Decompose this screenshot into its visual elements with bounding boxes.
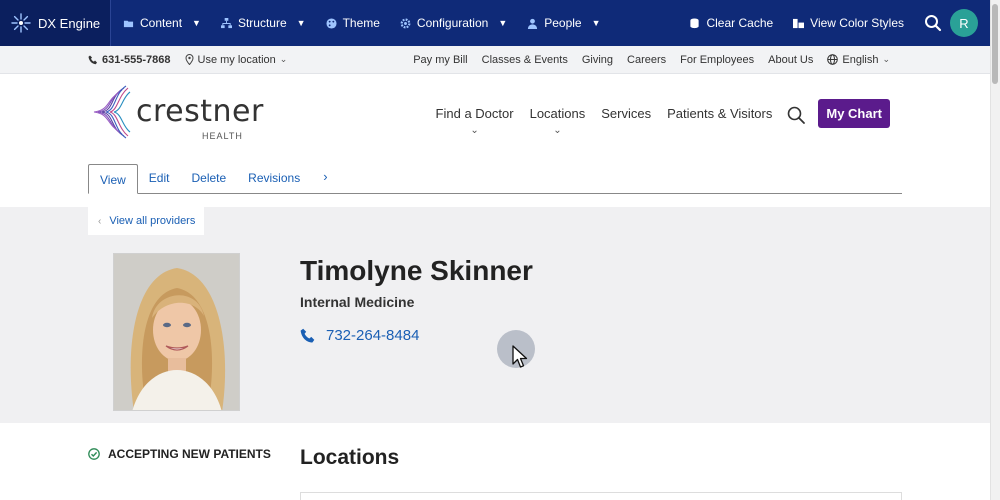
use-location-label: Use my location [197,53,276,66]
utility-right: Pay my Bill Classes & Events Giving Care… [413,54,990,66]
tab-view[interactable]: View [88,164,138,194]
gear-icon [400,18,411,28]
chevron-down-icon[interactable]: ⌄ [530,125,586,136]
clear-cache-label: Clear Cache [706,16,774,30]
tab-delete[interactable]: Delete [180,163,237,193]
accepting-new-patients-status: ACCEPTING NEW PATIENTS [88,447,271,461]
admin-toolbar: DX Engine Content ▼ Structure ▼ Theme Co… [0,0,990,46]
utility-link-giving[interactable]: Giving [582,54,613,66]
admin-brand[interactable]: DX Engine [0,0,111,46]
mouse-cursor-icon [512,345,528,368]
search-icon[interactable] [786,105,806,125]
crestner-mark-icon [93,85,131,139]
tab-edit[interactable]: Edit [138,163,181,193]
nav-patients-visitors[interactable]: Patients & Visitors [659,98,780,121]
admin-menu-label: People [544,16,582,30]
tab-revisions[interactable]: Revisions [237,163,311,193]
chevron-right-icon[interactable]: › [311,163,339,193]
language-selector[interactable]: English ⌄ [827,54,890,66]
database-icon [690,17,700,28]
structure-icon [220,17,232,28]
nav-label: Services [601,106,652,121]
admin-menu-configuration[interactable]: Configuration ▼ [390,0,517,46]
chevron-down-icon: ⌄ [279,54,288,64]
utility-left: 631-555-7868 Use my location ⌄ [0,54,287,66]
utility-link-for-employees[interactable]: For Employees [680,54,754,66]
admin-menu-label: Structure [237,16,287,30]
scrollbar-thumb[interactable] [992,4,998,84]
use-location-dropdown[interactable]: Use my location ⌄ [185,53,288,66]
person-icon [528,18,538,29]
chevron-down-icon: ▼ [192,18,201,28]
nav-label: Locations [529,106,586,121]
utility-link-pay-bill[interactable]: Pay my Bill [413,54,467,66]
admin-menu-label: Content [140,16,183,30]
search-icon[interactable] [924,14,942,32]
utility-phone-text: 631-555-7868 [102,53,171,66]
chevron-down-icon[interactable]: ⌄ [436,125,514,136]
page-scrollbar[interactable] [990,0,1000,500]
view-all-providers-link[interactable]: ‹ View all providers [88,207,204,235]
palette-icon [326,17,337,29]
admin-menu-theme[interactable]: Theme [316,0,390,46]
utility-bar: 631-555-7868 Use my location ⌄ Pay my Bi… [0,46,990,74]
main-navigation: Find a Doctor ⌄ Locations ⌄ Services Pat… [428,98,890,136]
chevron-left-icon: ‹ [98,215,102,227]
provider-phone-link[interactable]: 732-264-8484 [300,327,419,344]
accepting-new-patients-label: ACCEPTING NEW PATIENTS [108,447,271,461]
phone-icon [88,55,97,64]
utility-phone-link[interactable]: 631-555-7868 [88,54,171,66]
local-tasks-tabs: View Edit Delete Revisions › [88,164,902,194]
utility-link-careers[interactable]: Careers [627,54,666,66]
globe-icon [827,54,839,65]
logo-wordmark: crestner [136,94,264,129]
nav-locations[interactable]: Locations ⌄ [522,98,594,136]
phone-icon [300,328,315,342]
provider-hero: ‹ View all providers Timolyne Skinner In… [0,207,990,423]
locations-heading: Locations [300,446,400,469]
nav-label: Patients & Visitors [667,106,773,121]
chevron-down-icon: ▼ [591,18,601,28]
user-avatar[interactable]: R [950,9,978,37]
chevron-down-icon: ▼ [498,18,508,28]
chevron-down-icon: ⌄ [882,54,890,64]
nav-find-a-doctor[interactable]: Find a Doctor ⌄ [428,98,522,136]
view-color-styles-label: View Color Styles [810,16,904,30]
language-label: English [842,53,879,66]
check-circle-icon [88,448,100,460]
map-pin-icon [185,54,194,65]
view-all-providers-label: View all providers [109,215,196,227]
provider-portrait-image [114,254,239,410]
my-chart-button[interactable]: My Chart [818,99,890,128]
admin-menu-label: Configuration [416,16,489,30]
utility-link-classes-events[interactable]: Classes & Events [482,54,568,66]
logo-subtitle: HEALTH [202,131,243,141]
content-icon [123,20,134,27]
clear-cache-button[interactable]: Clear Cache [679,0,783,46]
nav-services[interactable]: Services [593,98,659,121]
provider-photo [113,253,240,411]
dx-engine-logo-icon [11,13,31,33]
admin-menu-structure[interactable]: Structure ▼ [211,0,316,46]
admin-menu-label: Theme [342,16,380,30]
provider-phone-number: 732-264-8484 [326,327,420,344]
site-header: crestner HEALTH Find a Doctor ⌄ Location… [0,74,990,160]
view-color-styles-button[interactable]: View Color Styles [783,0,914,46]
admin-menu-people[interactable]: People ▼ [517,0,610,46]
nav-label: Find a Doctor [435,106,514,121]
color-swatch-icon [793,18,805,28]
crestner-health-logo[interactable]: crestner HEALTH [88,84,263,141]
location-card [300,492,902,500]
page: DX Engine Content ▼ Structure ▼ Theme Co… [0,0,1000,500]
admin-menu-content[interactable]: Content ▼ [113,0,211,46]
provider-name: Timolyne Skinner [300,255,533,286]
chevron-down-icon: ▼ [296,18,306,28]
provider-specialty: Internal Medicine [300,294,415,310]
admin-right-group: Clear Cache View Color Styles R [679,0,990,46]
admin-brand-label: DX Engine [38,15,101,31]
utility-link-about-us[interactable]: About Us [768,54,813,66]
